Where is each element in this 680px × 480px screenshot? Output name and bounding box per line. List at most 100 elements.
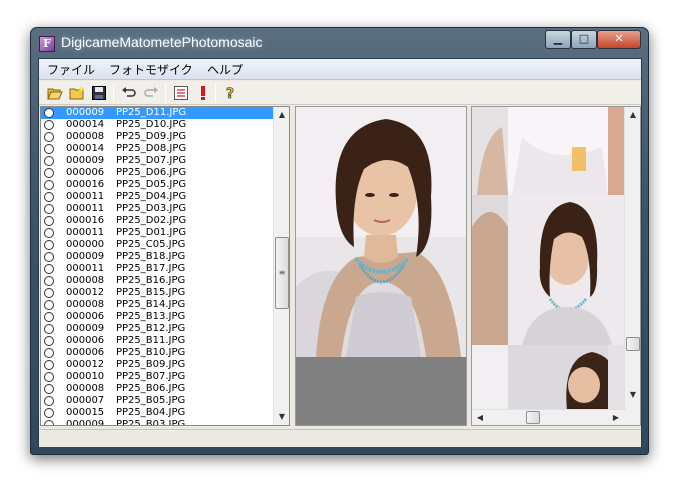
save-icon[interactable]	[89, 83, 109, 103]
open-folder-icon[interactable]	[45, 83, 65, 103]
radio-circle-icon[interactable]	[44, 240, 54, 250]
radio-circle-icon[interactable]	[44, 180, 54, 190]
list-item[interactable]: 000006 PP25_B11.JPG	[41, 335, 274, 347]
list-vertical-scrollbar[interactable]: ▲ ≡ ▼	[273, 107, 289, 425]
list-item[interactable]: 000014 PP25_D10.JPG	[41, 119, 274, 131]
list-item[interactable]: 000008 PP25_B16.JPG	[41, 275, 274, 287]
title-bar[interactable]: F DigicameMatometePhotomosaic ▁ □ ✕	[31, 28, 648, 58]
usage-count: 000009	[66, 323, 105, 334]
list-item[interactable]: 000015 PP25_B04.JPG	[41, 407, 274, 419]
file-name: PP25_B11.JPG	[116, 335, 186, 346]
radio-circle-icon[interactable]	[44, 132, 54, 142]
radio-circle-icon[interactable]	[44, 396, 54, 406]
undo-icon[interactable]	[119, 83, 139, 103]
file-name: PP25_B18.JPG	[116, 251, 186, 262]
radio-circle-icon[interactable]	[44, 216, 54, 226]
scroll-down-arrow[interactable]: ▼	[625, 387, 640, 403]
scroll-up-arrow[interactable]: ▲	[625, 107, 640, 123]
scroll-thumb[interactable]	[526, 411, 540, 424]
list-item[interactable]: 000008 PP25_B14.JPG	[41, 299, 274, 311]
radio-circle-icon[interactable]	[44, 324, 54, 334]
list-item[interactable]: 000011 PP25_D01.JPG	[41, 227, 274, 239]
radio-circle-icon[interactable]	[44, 204, 54, 214]
usage-count: 000006	[66, 347, 105, 358]
radio-circle-icon[interactable]	[44, 264, 54, 274]
menu-help[interactable]: ヘルプ	[207, 61, 243, 78]
file-list[interactable]: 000009 PP25_D11.JPG 000014 PP25_D10.JPG 0000…	[40, 106, 290, 426]
list-item[interactable]: 000006 PP25_B10.JPG	[41, 347, 274, 359]
file-name: PP25_D05.JPG	[116, 179, 187, 190]
scroll-thumb[interactable]: ≡	[275, 237, 289, 309]
menu-bar: ファイル フォトモザイク ヘルプ	[39, 59, 641, 80]
radio-circle-icon[interactable]	[44, 168, 54, 178]
list-item[interactable]: 000008 PP25_D09.JPG	[41, 131, 274, 143]
radio-circle-icon[interactable]	[44, 420, 54, 425]
radio-circle-icon[interactable]	[44, 300, 54, 310]
list-item[interactable]: 000016 PP25_D02.JPG	[41, 215, 274, 227]
radio-circle-icon[interactable]	[44, 144, 54, 154]
usage-count: 000011	[66, 227, 105, 238]
list-item[interactable]: 000009 PP25_B18.JPG	[41, 251, 274, 263]
list-item[interactable]: 000006 PP25_B13.JPG	[41, 311, 274, 323]
alert-icon[interactable]	[193, 83, 213, 103]
list-item[interactable]: 000014 PP25_D08.JPG	[41, 143, 274, 155]
mosaic-horizontal-scrollbar[interactable]: ◀ ▶	[472, 409, 626, 425]
radio-circle-icon[interactable]	[44, 384, 54, 394]
list-item[interactable]: 000009 PP25_B12.JPG	[41, 323, 274, 335]
list-item[interactable]: 000010 PP25_B07.JPG	[41, 371, 274, 383]
scroll-right-arrow[interactable]: ▶	[608, 410, 624, 425]
toolbar: ?	[39, 81, 641, 105]
radio-circle-icon[interactable]	[44, 288, 54, 298]
radio-circle-icon[interactable]	[44, 408, 54, 418]
file-name: PP25_D10.JPG	[116, 119, 187, 130]
scroll-down-arrow[interactable]: ▼	[274, 409, 289, 425]
radio-circle-icon[interactable]	[44, 120, 54, 130]
app-icon[interactable]: F	[39, 36, 55, 52]
list-item[interactable]: 000009 PP25_B03.JPG	[41, 419, 274, 425]
radio-circle-icon[interactable]	[44, 192, 54, 202]
list-item[interactable]: 000011 PP25_D04.JPG	[41, 191, 274, 203]
list-item[interactable]: 000011 PP25_D03.JPG	[41, 203, 274, 215]
radio-circle-icon[interactable]	[44, 312, 54, 322]
scroll-up-arrow[interactable]: ▲	[274, 107, 289, 123]
radio-circle-icon[interactable]	[44, 276, 54, 286]
redo-icon[interactable]	[141, 83, 161, 103]
radio-circle-icon[interactable]	[44, 348, 54, 358]
file-name: PP25_B05.JPG	[116, 395, 186, 406]
list-item[interactable]: 000016 PP25_D05.JPG	[41, 179, 274, 191]
list-item[interactable]: 000012 PP25_B15.JPG	[41, 287, 274, 299]
list-item[interactable]: 000012 PP25_B09.JPG	[41, 359, 274, 371]
photomosaic-view[interactable]: ▲ ▼ ◀ ▶	[471, 106, 641, 426]
radio-circle-icon[interactable]	[44, 108, 54, 118]
file-name: PP25_B04.JPG	[116, 407, 186, 418]
close-button[interactable]: ✕	[597, 30, 641, 49]
radio-circle-icon[interactable]	[44, 228, 54, 238]
menu-photomosaic[interactable]: フォトモザイク	[109, 61, 193, 78]
list-item[interactable]: 000009 PP25_D11.JPG	[41, 107, 274, 119]
menu-file[interactable]: ファイル	[47, 61, 95, 78]
toolbar-separator	[113, 84, 114, 102]
list-item[interactable]: 000000 PP25_C05.JPG	[41, 239, 274, 251]
list-item[interactable]: 000011 PP25_B17.JPG	[41, 263, 274, 275]
help-icon[interactable]: ?	[221, 83, 241, 103]
scroll-thumb[interactable]	[626, 337, 640, 351]
minimize-button[interactable]: ▁	[545, 30, 571, 49]
new-folder-icon[interactable]	[67, 83, 87, 103]
scroll-left-arrow[interactable]: ◀	[472, 410, 488, 425]
list-item[interactable]: 000007 PP25_B05.JPG	[41, 395, 274, 407]
radio-circle-icon[interactable]	[44, 360, 54, 370]
mosaic-vertical-scrollbar[interactable]: ▲ ▼	[624, 107, 640, 425]
list-item[interactable]: 000008 PP25_B06.JPG	[41, 383, 274, 395]
list-item[interactable]: 000006 PP25_D06.JPG	[41, 167, 274, 179]
usage-count: 000012	[66, 359, 105, 370]
usage-count: 000008	[66, 275, 105, 286]
radio-circle-icon[interactable]	[44, 336, 54, 346]
list-icon[interactable]	[171, 83, 191, 103]
maximize-button[interactable]: □	[571, 30, 597, 49]
radio-circle-icon[interactable]	[44, 372, 54, 382]
list-item[interactable]: 000009 PP25_D07.JPG	[41, 155, 274, 167]
radio-circle-icon[interactable]	[44, 252, 54, 262]
radio-circle-icon[interactable]	[44, 156, 54, 166]
file-name: PP25_D07.JPG	[116, 155, 187, 166]
file-list-rows: 000009 PP25_D11.JPG 000014 PP25_D10.JPG 0000…	[41, 107, 274, 425]
